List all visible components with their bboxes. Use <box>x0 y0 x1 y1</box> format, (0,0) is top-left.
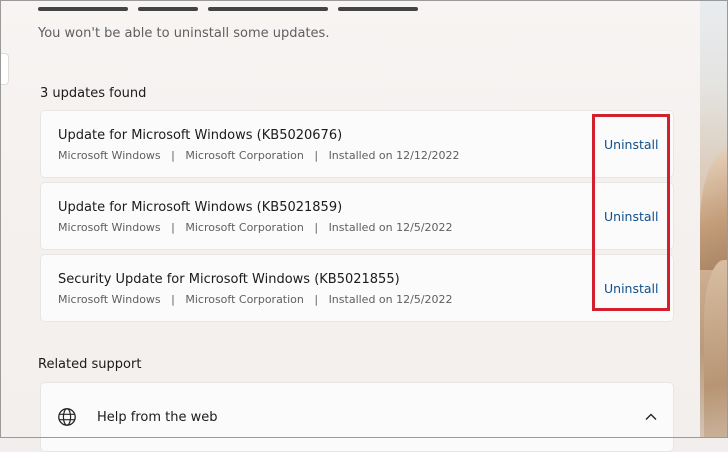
update-history-window: You won't be able to uninstall some upda… <box>0 0 700 452</box>
help-from-web-item[interactable]: Help from the web <box>40 382 674 452</box>
clipped-heading <box>38 0 508 11</box>
update-meta: Microsoft Windows | Microsoft Corporatio… <box>58 149 460 162</box>
globe-icon <box>58 408 76 426</box>
desktop-wallpaper <box>700 0 728 438</box>
update-title: Update for Microsoft Windows (KB5021859) <box>58 200 343 215</box>
updates-count: 3 updates found <box>40 86 147 101</box>
related-support-heading: Related support <box>38 357 142 372</box>
update-row-kb5021859: Update for Microsoft Windows (KB5021859)… <box>40 182 674 250</box>
update-row-kb5021855: Security Update for Microsoft Windows (K… <box>40 254 674 322</box>
update-title: Security Update for Microsoft Windows (K… <box>58 272 400 287</box>
side-panel-edge <box>0 53 9 85</box>
chevron-up-icon[interactable] <box>644 410 658 424</box>
update-title: Update for Microsoft Windows (KB5020676) <box>58 128 343 143</box>
uninstall-highlight-box <box>592 114 670 311</box>
update-meta: Microsoft Windows | Microsoft Corporatio… <box>58 221 453 234</box>
update-meta: Microsoft Windows | Microsoft Corporatio… <box>58 293 453 306</box>
update-row-kb5020676: Update for Microsoft Windows (KB5020676)… <box>40 110 674 178</box>
uninstall-note: You won't be able to uninstall some upda… <box>38 26 330 41</box>
help-from-web-label: Help from the web <box>97 410 218 425</box>
